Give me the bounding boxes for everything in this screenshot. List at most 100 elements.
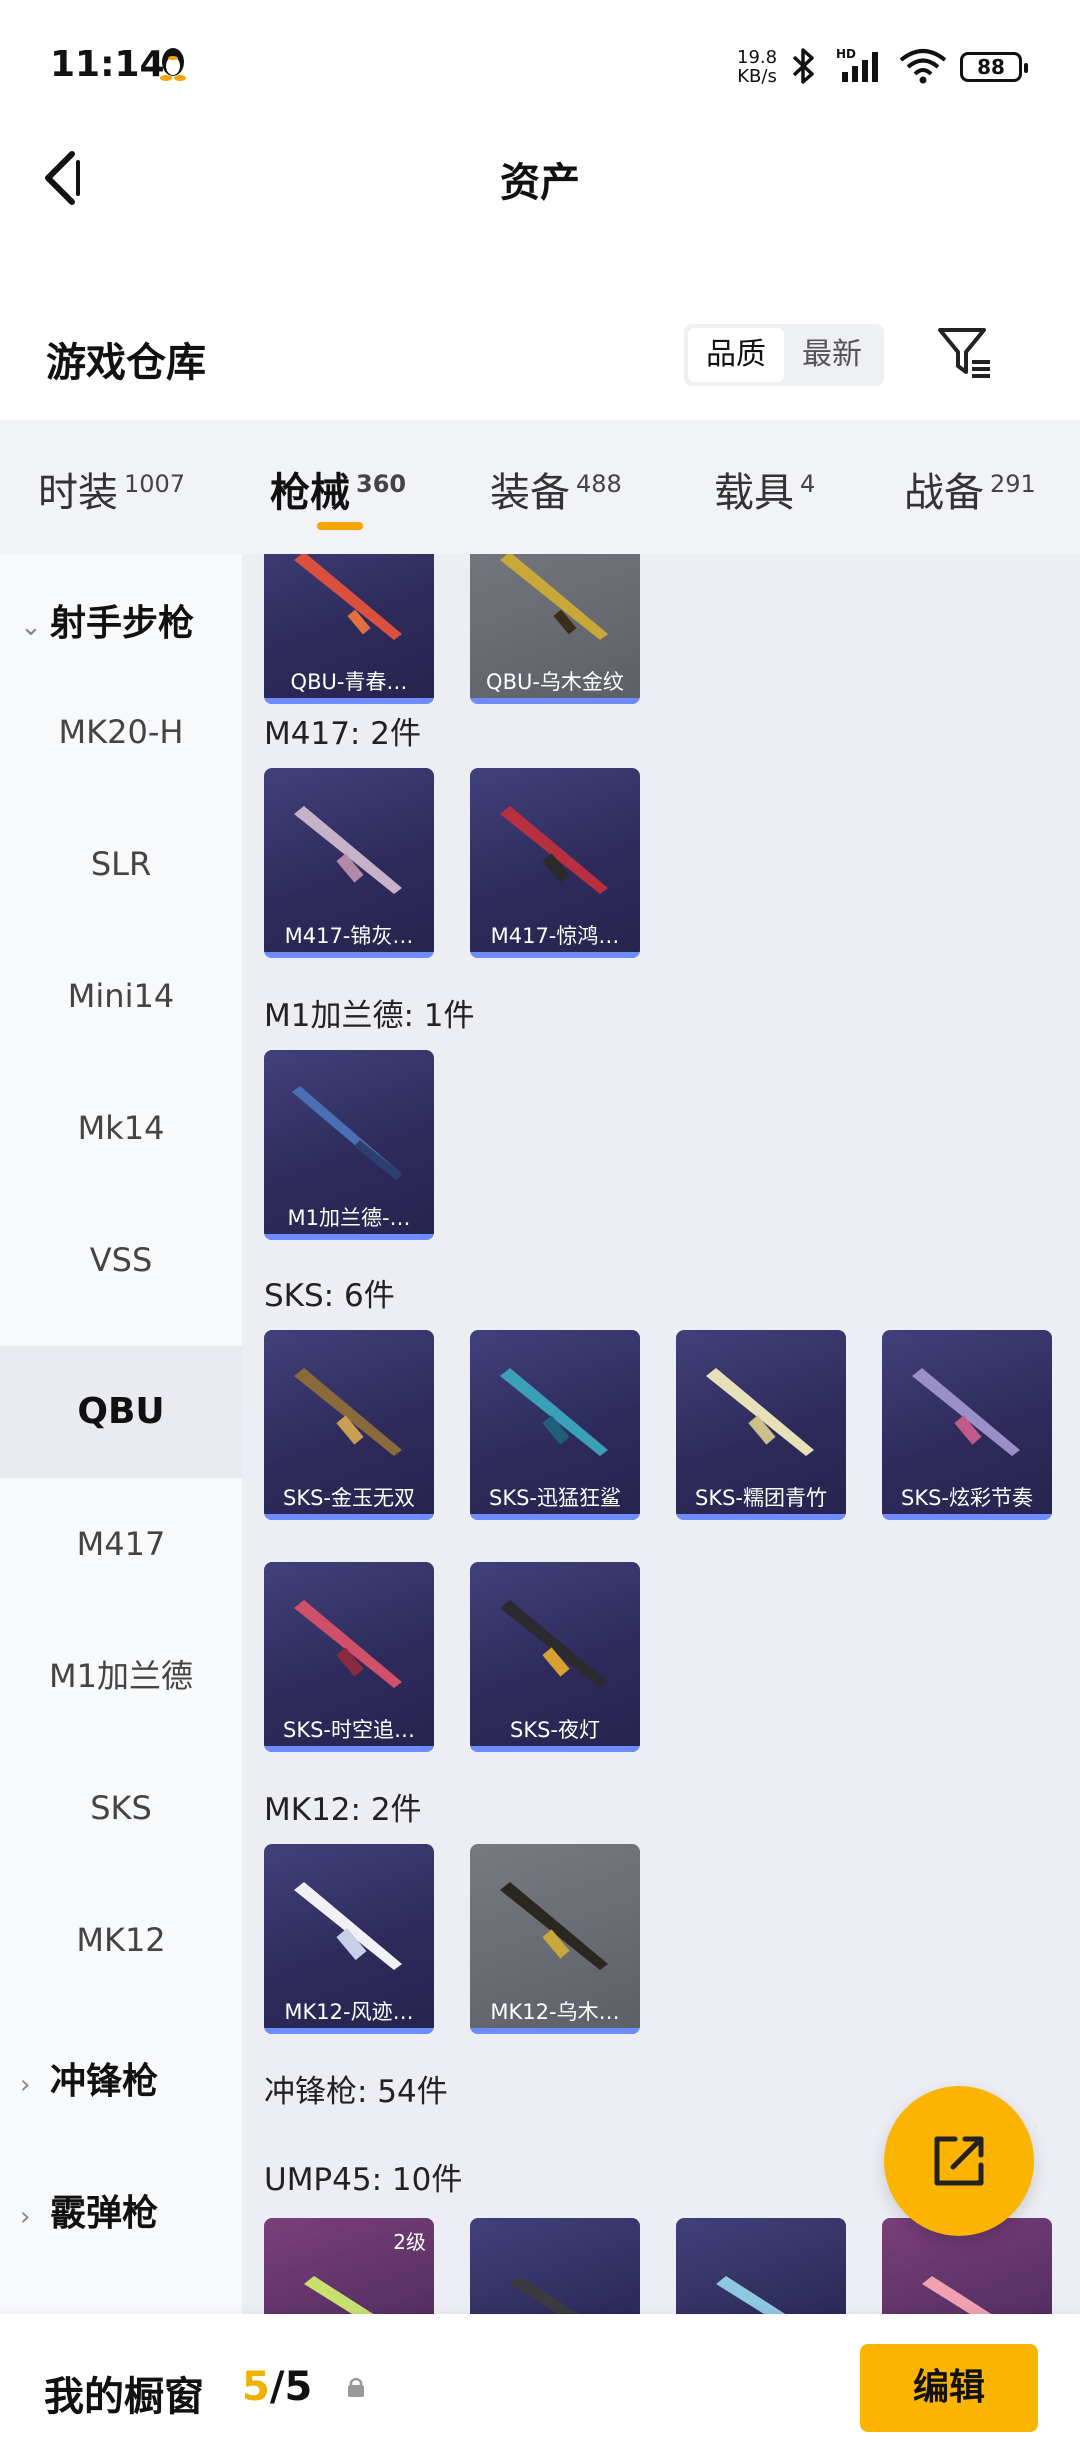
sidebar-group-shotgun[interactable]: › 霰弹枪 xyxy=(20,2184,158,2247)
sidebar-item-mk14[interactable]: Mk14 xyxy=(0,1062,242,1194)
smg-image xyxy=(304,2276,374,2314)
tab-fashion[interactable]: 时装 1007 xyxy=(38,460,185,518)
tab-equipment[interactable]: 装备 488 xyxy=(490,460,622,518)
category-label-smg: 冲锋枪: 54件 xyxy=(264,2074,448,2110)
skin-card[interactable]: SKS-迅猛狂鲨 xyxy=(470,1330,640,1520)
rifle-image xyxy=(912,1368,1020,1456)
smg-image xyxy=(716,2276,786,2314)
skin-card[interactable]: SKS-金玉无双 xyxy=(264,1330,434,1520)
rifle-image xyxy=(294,1600,402,1688)
sort-latest[interactable]: 最新 xyxy=(784,328,880,382)
sidebar-item-slr[interactable]: SLR xyxy=(0,798,242,930)
skin-name: QBU-青春… xyxy=(290,670,408,694)
skin-card[interactable] xyxy=(470,2218,640,2314)
filter-funnel-icon[interactable] xyxy=(934,322,994,382)
tab-label: 载具 xyxy=(714,470,794,516)
tab-count: 360 xyxy=(356,469,407,498)
rarity-bar xyxy=(882,1514,1052,1520)
skin-card[interactable]: SKS-炫彩节奏 xyxy=(882,1330,1052,1520)
tab-label: 时装 xyxy=(38,470,118,516)
sidebar-item-mk12[interactable]: MK12 xyxy=(0,1874,242,2006)
skin-card[interactable]: M417-惊鸿… xyxy=(470,768,640,958)
chevron-right-icon: › xyxy=(20,2070,31,2100)
showcase-label: 我的橱窗 xyxy=(44,2374,204,2420)
skin-card[interactable]: MK12-风迹… xyxy=(264,1844,434,2034)
rifle-image xyxy=(500,1368,608,1456)
sidebar-item-mini14[interactable]: Mini14 xyxy=(0,930,242,1062)
skin-card[interactable]: SKS-夜灯 xyxy=(470,1562,640,1752)
chevron-right-icon: › xyxy=(20,2202,31,2232)
bluetooth-icon xyxy=(792,48,814,84)
sidebar-item-sks[interactable]: SKS xyxy=(0,1742,242,1874)
rarity-bar xyxy=(264,1234,434,1240)
tab-supplies[interactable]: 战备 291 xyxy=(904,460,1036,518)
section-label-ump45: UMP45: 10件 xyxy=(264,2162,463,2198)
rifle-image xyxy=(706,1368,814,1456)
sidebar-item-qbu[interactable]: QBU xyxy=(0,1346,242,1478)
sidebar-group-smg[interactable]: › 冲锋枪 xyxy=(20,2052,158,2115)
skin-name: MK12-风迹… xyxy=(284,2000,414,2024)
sidebar-item-vss[interactable]: VSS xyxy=(0,1194,242,1326)
sidebar-item-mk20h[interactable]: MK20-H xyxy=(0,666,242,798)
rarity-bar xyxy=(470,1746,640,1752)
battery-icon: 88 xyxy=(960,52,1028,82)
skin-name: MK12-乌木… xyxy=(490,2000,620,2024)
sidebar-group-marksman[interactable]: ⌄ 射手步枪 xyxy=(20,594,194,657)
skin-card[interactable] xyxy=(676,2218,846,2314)
page-title: 资产 xyxy=(500,160,580,206)
rifle-image xyxy=(294,806,402,894)
skin-card[interactable]: SKS-糯团青竹 xyxy=(676,1330,846,1520)
hd-signal-icon: HD xyxy=(836,47,878,82)
net-speed-unit: KB/s xyxy=(737,66,777,87)
rarity-bar xyxy=(470,2028,640,2034)
rifle-image xyxy=(500,1600,608,1688)
sidebar-group-label: 射手步枪 xyxy=(50,603,195,644)
rarity-bar xyxy=(470,698,640,704)
rifle-image xyxy=(294,554,402,640)
tab-label: 枪械 xyxy=(270,470,350,516)
skin-name: SKS-迅猛狂鲨 xyxy=(488,1486,621,1510)
rifle-image xyxy=(294,1882,402,1970)
share-button[interactable] xyxy=(884,2086,1034,2236)
skin-card[interactable]: 2级 xyxy=(264,2218,434,2314)
rarity-bar xyxy=(264,1746,434,1752)
qq-penguin-icon xyxy=(160,48,186,81)
skin-card[interactable]: MK12-乌木… xyxy=(470,1844,640,2034)
status-bar: 11:14 19.8 KB/s HD 88 xyxy=(0,0,1080,130)
tab-firearms[interactable]: 枪械 360 xyxy=(270,460,406,518)
share-export-icon xyxy=(934,2136,984,2186)
section-label-m417: M417: 2件 xyxy=(264,716,421,752)
skin-card[interactable]: QBU-乌木金纹 xyxy=(470,554,640,704)
sidebar-group-label: 霰弹枪 xyxy=(50,2193,159,2234)
sidebar-item-m417[interactable]: M417 xyxy=(0,1478,242,1610)
rifle-image xyxy=(500,554,608,640)
sort-toggle[interactable]: 品质 最新 xyxy=(684,324,884,386)
skin-card[interactable]: SKS-时空追… xyxy=(264,1562,434,1752)
skin-name: SKS-糯团青竹 xyxy=(694,1486,827,1510)
skin-card[interactable]: QBU-青春… xyxy=(264,554,434,704)
tab-count: 291 xyxy=(990,469,1036,498)
section-label-sks: SKS: 6件 xyxy=(264,1278,395,1314)
rifle-image xyxy=(500,1882,608,1970)
rarity-bar xyxy=(264,1514,434,1520)
skin-card[interactable]: M1加兰德-… xyxy=(264,1050,434,1240)
rifle-image xyxy=(294,1368,402,1456)
edit-button[interactable]: 编辑 xyxy=(860,2344,1038,2432)
tab-label: 装备 xyxy=(490,470,570,516)
tab-vehicles[interactable]: 载具 4 xyxy=(714,460,815,518)
sidebar-group-label: 冲锋枪 xyxy=(50,2061,159,2102)
tab-count: 1007 xyxy=(124,469,186,498)
skin-card[interactable]: M417-锦灰… xyxy=(264,768,434,958)
rarity-bar xyxy=(264,952,434,958)
skin-name: SKS-时空追… xyxy=(282,1718,415,1742)
showcase-count-total: /5 xyxy=(269,2364,313,2410)
weapon-grid: QBU-青春… QBU-乌木金纹 M417: 2件 M417-锦灰… M417-… xyxy=(242,554,1080,2314)
rifle-image xyxy=(500,806,608,894)
rarity-bar xyxy=(470,1514,640,1520)
skin-name: SKS-金玉无双 xyxy=(282,1486,415,1510)
sort-quality[interactable]: 品质 xyxy=(688,328,784,382)
smg-image xyxy=(922,2276,992,2314)
showcase-count: 5/5 xyxy=(242,2364,312,2410)
rarity-bar xyxy=(676,1514,846,1520)
sidebar-item-m1-garand[interactable]: M1加兰德 xyxy=(0,1610,242,1742)
